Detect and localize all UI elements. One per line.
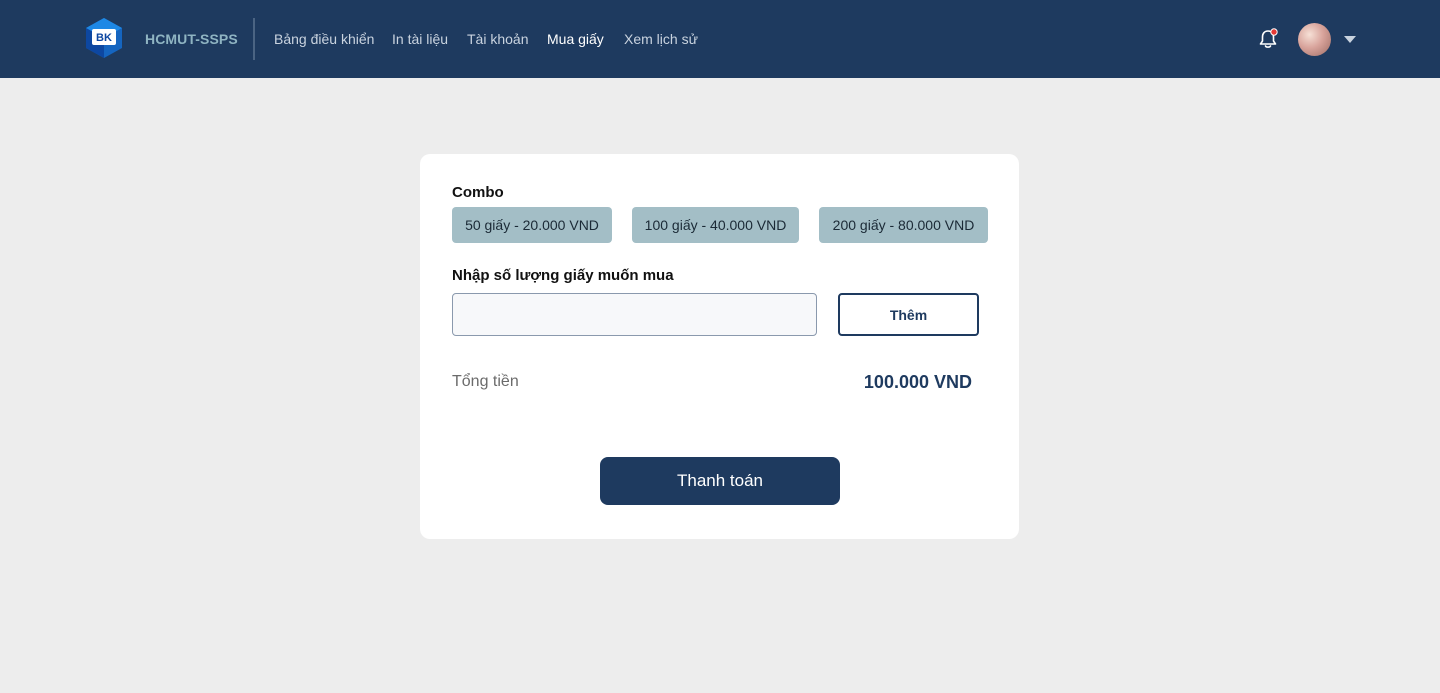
combo-200-button[interactable]: 200 giấy - 80.000 VND [819, 207, 988, 243]
notification-dot [1270, 28, 1278, 36]
buy-paper-card: Combo 50 giấy - 20.000 VND 100 giấy - 40… [420, 154, 1019, 539]
total-value: 100.000 VND [863, 372, 972, 392]
bk-logo[interactable]: BK [82, 16, 126, 60]
quantity-label: Nhập số lượng giấy muốn mua [452, 267, 674, 284]
pay-button[interactable]: Thanh toán [600, 457, 840, 505]
nav-divider [253, 18, 255, 60]
brand-name: HCMUT-SSPS [145, 31, 238, 47]
nav-item-print-docs[interactable]: In tài liệu [392, 31, 448, 47]
nav-item-history[interactable]: Xem lịch sử [624, 31, 698, 47]
combo-label: Combo [452, 184, 504, 201]
combo-50-button[interactable]: 50 giấy - 20.000 VND [452, 207, 612, 243]
nav-item-dashboard[interactable]: Bảng điều khiển [274, 31, 374, 47]
bell-icon[interactable] [1257, 28, 1279, 50]
add-button[interactable]: Thêm [838, 293, 979, 336]
chevron-down-icon[interactable] [1344, 36, 1356, 43]
logo-text: BK [96, 32, 112, 44]
nav-item-buy-paper[interactable]: Mua giấy [547, 31, 604, 47]
user-avatar[interactable] [1298, 23, 1331, 56]
combo-100-button[interactable]: 100 giấy - 40.000 VND [632, 207, 799, 243]
quantity-input[interactable] [452, 293, 817, 336]
top-navbar: BK HCMUT-SSPS Bảng điều khiển In tài liệ… [0, 0, 1440, 78]
total-label: Tổng tiền [452, 373, 519, 390]
nav-item-account[interactable]: Tài khoản [467, 31, 528, 47]
